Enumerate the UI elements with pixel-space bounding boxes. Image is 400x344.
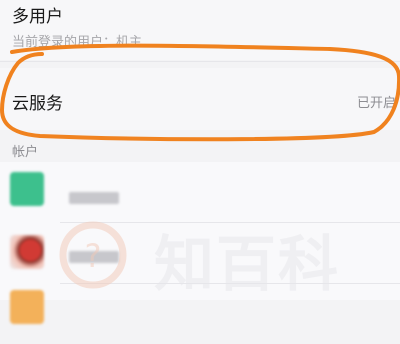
multi-user-title: 多用户 [12, 7, 63, 27]
account-row[interactable] [0, 223, 400, 283]
multi-user-subtitle: 当前登录的用户：机主 [12, 35, 143, 50]
account-list [0, 162, 400, 324]
orange-app-icon [10, 290, 44, 324]
red-app-icon [10, 235, 44, 269]
cloud-service-title: 云服务 [12, 94, 63, 114]
divider [0, 61, 400, 62]
account-row[interactable] [0, 162, 400, 222]
account-name-blurred [69, 192, 119, 204]
multi-user-row[interactable]: 多用户 当前登录的用户：机主 [0, 0, 400, 60]
account-name-blurred [69, 251, 119, 263]
accounts-section-label: 帐户 [12, 145, 39, 160]
green-app-icon [10, 172, 44, 206]
cloud-service-row[interactable]: 云服务 已开启 [0, 68, 400, 130]
account-row[interactable] [0, 284, 400, 344]
cloud-service-status: 已开启 [356, 96, 396, 111]
